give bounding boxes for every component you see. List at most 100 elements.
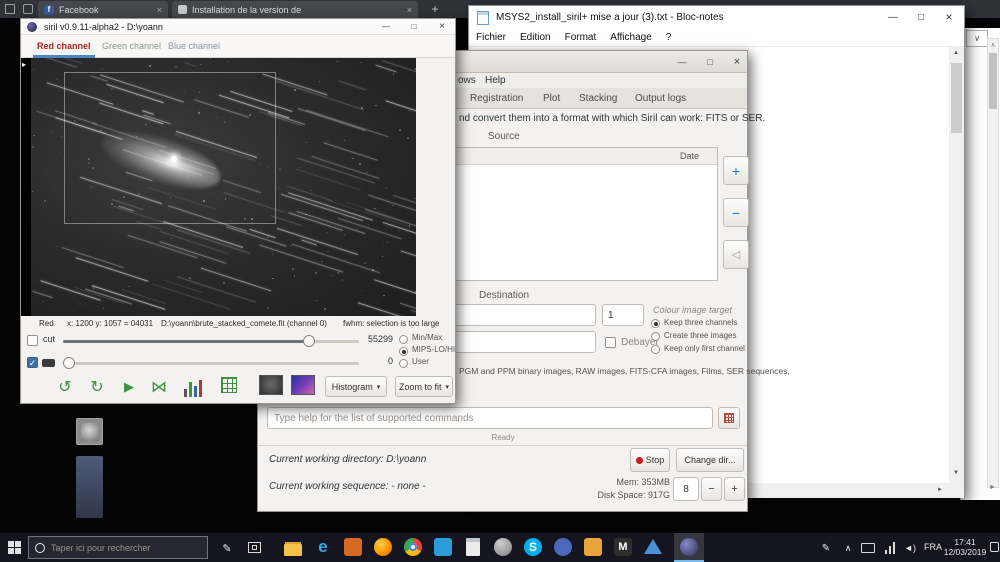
radio-minmax[interactable] xyxy=(399,335,408,344)
minimize-button[interactable]: — xyxy=(671,54,693,70)
taskbar-clock[interactable]: 17:41 12/03/2019 xyxy=(942,537,988,557)
taskbar-app-firefox[interactable] xyxy=(372,538,394,556)
grid-toggle-button[interactable] xyxy=(221,377,237,393)
scroll-right-icon[interactable]: ► xyxy=(989,484,996,491)
slider-handle[interactable] xyxy=(303,335,315,347)
astro-image[interactable] xyxy=(31,58,416,316)
rotate-ccw-button[interactable]: ↺ xyxy=(53,375,77,399)
add-files-button[interactable]: + xyxy=(723,156,749,185)
tray-network-icon[interactable] xyxy=(883,541,897,554)
menu-fichier[interactable]: Fichier xyxy=(469,30,513,45)
taskbar-app-triangle[interactable] xyxy=(642,538,664,556)
browser-tab-facebook[interactable]: f Facebook × xyxy=(38,1,168,18)
menu-windows-fragment[interactable]: ows xyxy=(458,75,476,86)
threads-decrement-button[interactable]: − xyxy=(701,477,722,501)
task-view-icon[interactable] xyxy=(248,542,261,553)
low-level-slider[interactable] xyxy=(63,356,359,370)
scroll-down-icon[interactable]: ▼ xyxy=(953,470,959,476)
maximize-button[interactable]: □ xyxy=(907,6,935,28)
histogram-dropdown-button[interactable]: Histogram ▾ xyxy=(325,376,387,397)
change-dir-button[interactable]: Change dir... xyxy=(676,448,744,472)
zoom-dropdown-button[interactable]: Zoom to fit ▾ xyxy=(395,376,453,397)
minimize-button[interactable]: — xyxy=(373,19,399,34)
maximize-button[interactable]: □ xyxy=(401,19,427,34)
close-tab-icon[interactable]: × xyxy=(407,5,412,15)
taskbar-app-chrome[interactable] xyxy=(402,538,424,556)
command-input[interactable] xyxy=(268,412,698,424)
taskbar-app-m[interactable]: M xyxy=(612,538,634,556)
low-cut-checkbox[interactable]: ✓ xyxy=(27,357,38,368)
debayer-checkbox[interactable] xyxy=(605,337,616,348)
taskbar-app-orange[interactable] xyxy=(342,538,364,556)
slider-track[interactable] xyxy=(63,362,359,365)
process-button[interactable]: ▶ xyxy=(117,375,141,399)
preview-thumbnail-1[interactable] xyxy=(259,375,283,395)
maximize-button[interactable]: □ xyxy=(699,54,721,70)
minimize-button[interactable]: — xyxy=(879,6,907,28)
start-button[interactable] xyxy=(8,541,21,554)
tab-registration[interactable]: Registration xyxy=(470,93,523,104)
clear-list-button[interactable]: ◁ xyxy=(723,240,749,269)
ink-pen-icon[interactable]: ✎ xyxy=(218,539,236,557)
new-tab-button[interactable]: + xyxy=(428,2,442,16)
radio-user[interactable] xyxy=(399,359,408,368)
tab-plot[interactable]: Plot xyxy=(543,93,560,104)
radio-keep-first-channel[interactable] xyxy=(651,345,660,354)
cut-checkbox[interactable] xyxy=(27,335,38,346)
dropdown-button[interactable]: ∨ xyxy=(966,30,988,47)
start-index-input[interactable] xyxy=(603,309,639,321)
tab-stacking[interactable]: Stacking xyxy=(579,93,617,104)
start-index-entry[interactable] xyxy=(602,304,644,326)
notepad-vscrollbar[interactable]: ▲ ▼ xyxy=(949,47,964,483)
menu-format[interactable]: Format xyxy=(558,30,604,45)
high-level-slider[interactable] xyxy=(63,334,359,348)
tray-pen-icon[interactable]: ✎ xyxy=(818,540,834,556)
taskbar-search-input[interactable] xyxy=(51,542,196,553)
rotate-cw-button[interactable]: ↻ xyxy=(85,375,109,399)
taskbar-app-calculator[interactable] xyxy=(462,537,484,557)
taskbar-search-box[interactable] xyxy=(28,536,208,559)
close-button[interactable]: × xyxy=(727,54,747,70)
menu-help[interactable]: Help xyxy=(485,75,506,86)
taskbar-app-gimp[interactable] xyxy=(492,538,514,556)
link-channels-icon[interactable] xyxy=(42,359,55,367)
desktop-icon-photo[interactable] xyxy=(76,418,103,445)
close-button[interactable]: × xyxy=(935,6,963,28)
radio-mips-lo-hi[interactable] xyxy=(399,347,408,356)
scroll-thumb[interactable] xyxy=(951,63,962,133)
command-history-button[interactable] xyxy=(718,407,740,429)
tray-volume-icon[interactable]: ◄) xyxy=(902,541,918,554)
histogram-icon-button[interactable] xyxy=(181,377,205,397)
menu-edition[interactable]: Edition xyxy=(513,30,558,45)
threads-increment-button[interactable]: + xyxy=(724,477,745,501)
taskbar-app-edge[interactable]: e xyxy=(312,536,334,558)
remove-files-button[interactable]: − xyxy=(723,198,749,227)
taskbar-app-skype[interactable]: S xyxy=(522,538,544,556)
date-column-header[interactable]: Date xyxy=(680,151,699,161)
browser-tab-list-icon[interactable] xyxy=(23,4,33,14)
taskbar-app-teal[interactable] xyxy=(432,538,454,556)
close-button[interactable]: × xyxy=(429,19,455,34)
menu-affichage[interactable]: Affichage xyxy=(603,30,659,45)
stop-button[interactable]: Stop xyxy=(630,448,670,472)
browser-menu-icon[interactable] xyxy=(5,4,15,14)
menu-help[interactable]: ? xyxy=(659,30,679,45)
slider-handle[interactable] xyxy=(63,357,75,369)
language-indicator[interactable]: FRA xyxy=(924,542,942,552)
action-center-icon[interactable] xyxy=(990,542,999,552)
radio-create-three-images[interactable] xyxy=(651,332,660,341)
threads-input[interactable] xyxy=(676,483,696,495)
command-entry[interactable] xyxy=(267,407,713,429)
tab-output-logs[interactable]: Output logs xyxy=(635,93,686,104)
scrollbar-vertical[interactable]: ∧ xyxy=(987,38,999,488)
scroll-right-icon[interactable]: ► xyxy=(937,487,943,493)
taskbar-app-siril-active[interactable] xyxy=(674,533,704,562)
mirror-flip-button[interactable]: ⋈ xyxy=(147,375,171,399)
hidden-icons-chevron[interactable]: ∧ xyxy=(841,540,855,556)
scroll-thumb[interactable] xyxy=(989,53,997,109)
taskbar-app-yellow[interactable] xyxy=(582,538,604,556)
browser-tab-install[interactable]: Installation de la version de × xyxy=(172,1,418,18)
tab-red-channel[interactable]: Red channel xyxy=(33,41,95,58)
tab-green-channel[interactable]: Green channel xyxy=(98,41,165,51)
threads-spinbutton[interactable] xyxy=(673,477,699,501)
